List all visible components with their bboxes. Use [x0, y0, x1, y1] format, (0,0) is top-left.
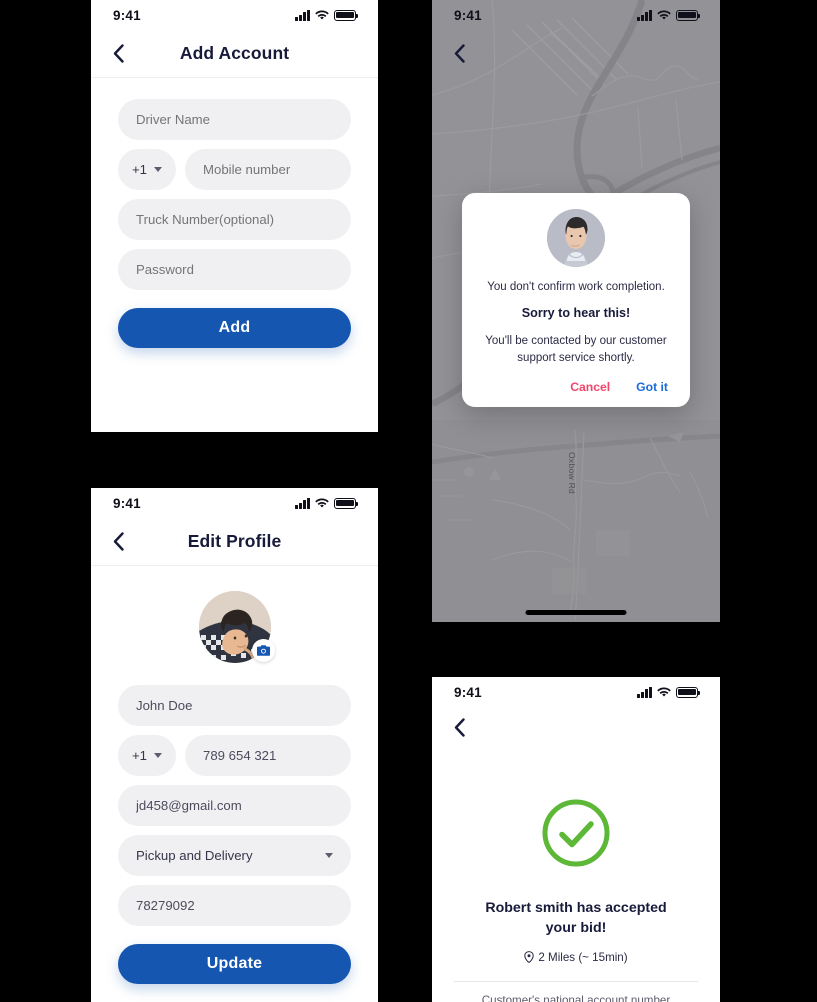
got-it-button[interactable]: Got it	[636, 380, 668, 394]
chevron-left-icon	[454, 43, 465, 63]
dialog-line-1: You don't confirm work completion.	[487, 281, 665, 293]
screens-canvas: 9:41 Add Account +1 A	[0, 0, 817, 1002]
back-button[interactable]	[107, 43, 129, 65]
add-account-form: +1 Add	[91, 77, 378, 348]
phone-row: +1	[118, 149, 351, 190]
signal-bars-icon	[637, 9, 652, 21]
phone-input[interactable]	[185, 735, 351, 776]
service-type-select[interactable]: Pickup and Delivery	[118, 835, 351, 876]
name-input[interactable]	[118, 685, 351, 726]
signal-bars-icon	[295, 497, 310, 509]
wifi-icon	[657, 687, 671, 697]
avatar-section	[91, 591, 378, 663]
edit-profile-form: +1 Pickup and Delivery Update	[91, 685, 378, 984]
chevron-down-icon	[325, 853, 333, 858]
bid-accepted-title: Robert smith has accepted your bid!	[485, 900, 667, 936]
page-title: Edit Profile	[187, 531, 282, 551]
account-number-input[interactable]	[118, 885, 351, 926]
back-button[interactable]	[107, 531, 129, 553]
distance-value: 2 Miles (~ 15min)	[538, 950, 628, 964]
dialog-actions: Cancel Got it	[480, 380, 672, 394]
country-code-select[interactable]: +1	[118, 149, 176, 190]
nav-header	[432, 707, 720, 747]
signal-bars-icon	[637, 686, 652, 698]
phone-edit-profile: 9:41 Edit Profile John Doe +1 789 654 32…	[91, 488, 378, 1002]
divider	[454, 980, 698, 982]
success-icon-wrap	[432, 797, 720, 869]
signal-bars-icon	[295, 9, 310, 21]
nav-header: Edit Profile	[91, 518, 378, 565]
phone-row: +1	[118, 735, 351, 776]
back-button[interactable]	[448, 716, 470, 738]
battery-full-icon	[334, 497, 359, 509]
status-bar: 9:41	[432, 0, 720, 30]
wifi-icon	[657, 10, 671, 20]
chevron-left-icon	[113, 44, 124, 63]
country-code-value: +1	[131, 748, 148, 763]
battery-full-icon	[676, 9, 701, 21]
status-time: 9:41	[113, 7, 141, 23]
status-bar: 9:41	[91, 488, 378, 518]
work-completion-dialog: You don't confirm work completion. Sorry…	[462, 193, 690, 408]
chevron-left-icon	[113, 532, 124, 551]
truck-number-input[interactable]	[118, 199, 351, 240]
cancel-button[interactable]: Cancel	[570, 380, 610, 394]
dialog-line-3: You'll be contacted by our customer supp…	[485, 335, 667, 364]
map-road-label: Oxbow Rd	[567, 452, 577, 495]
battery-full-icon	[676, 686, 701, 698]
wifi-icon	[315, 498, 329, 508]
account-number-label: Customer's national account number	[481, 993, 671, 1002]
nav-header: Add Account	[91, 30, 378, 77]
country-code-value: +1	[131, 162, 148, 177]
phone-map-dialog: Oxbow Rd 9:41 You don't confirm work com…	[432, 0, 720, 622]
avatar-illustration	[547, 209, 605, 267]
page-title: Add Account	[179, 43, 290, 63]
chevron-down-icon	[154, 753, 163, 758]
mobile-number-input[interactable]	[185, 149, 351, 190]
add-button[interactable]: Add	[118, 308, 351, 348]
home-indicator[interactable]	[525, 610, 627, 615]
status-time: 9:41	[454, 7, 482, 23]
status-bar: 9:41	[91, 0, 378, 30]
chevron-down-icon	[154, 167, 163, 172]
battery-full-icon	[334, 9, 359, 21]
phone-bid-accepted: 9:41 Robert smith has accepted your bid!	[432, 677, 720, 1002]
back-button[interactable]	[448, 42, 470, 64]
password-input[interactable]	[118, 249, 351, 290]
chevron-left-icon	[454, 717, 465, 737]
status-time: 9:41	[113, 495, 141, 511]
check-circle-icon	[542, 799, 610, 867]
camera-icon	[256, 645, 270, 656]
driver-name-input[interactable]	[118, 99, 351, 140]
change-photo-button[interactable]	[251, 639, 275, 662]
email-input[interactable]	[118, 785, 351, 826]
status-bar: 9:41	[432, 677, 720, 707]
location-pin-icon	[524, 951, 535, 964]
service-type-value: Pickup and Delivery	[136, 848, 253, 863]
phone-add-account: 9:41 Add Account +1 A	[91, 0, 378, 432]
distance-row: 2 Miles (~ 15min)	[432, 951, 720, 964]
bid-accepted-body: Robert smith has accepted your bid! 2 Mi…	[432, 747, 720, 1002]
status-time: 9:41	[454, 684, 482, 700]
country-code-select[interactable]: +1	[118, 735, 176, 776]
wifi-icon	[315, 10, 329, 20]
dialog-headline: Sorry to hear this!	[521, 306, 631, 320]
dialog-avatar	[547, 209, 605, 267]
update-button[interactable]: Update	[118, 944, 351, 984]
